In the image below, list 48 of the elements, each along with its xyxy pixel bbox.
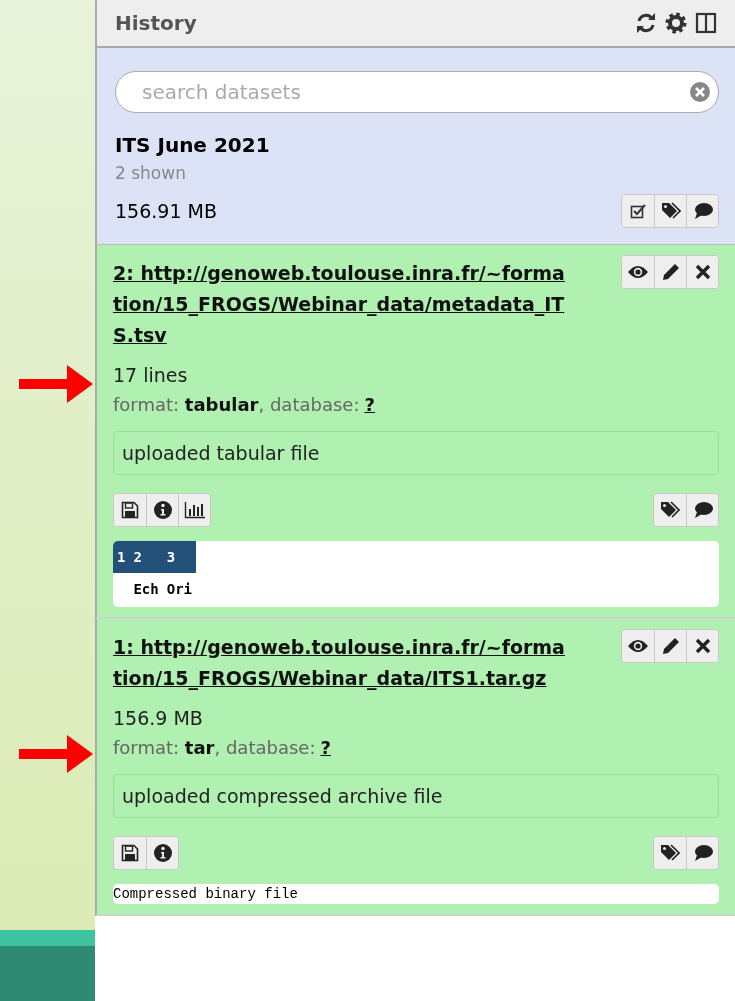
pencil-icon: [661, 263, 680, 281]
delete-icon: [694, 638, 711, 654]
database-link[interactable]: ?: [364, 394, 375, 415]
history-size: 156.91 MB: [115, 200, 217, 222]
column-header: 2: [129, 541, 163, 573]
info-button[interactable]: [146, 837, 178, 869]
column-header: 3: [162, 541, 197, 573]
search-field[interactable]: search datasets: [115, 71, 719, 113]
dataset-summary: 17 lines: [113, 364, 189, 386]
tag-icon: [660, 844, 680, 862]
comment-icon: [692, 844, 713, 862]
history-name: ITS June 2021: [115, 133, 271, 157]
dataset-title-link[interactable]: 1: http://genoweb.toulouse.inra.fr/~formation/15_FROGS/Webinar_data/ITS1.tar.gz: [113, 629, 568, 694]
comment-button[interactable]: [686, 837, 718, 869]
dataset-description: uploaded compressed archive file: [113, 774, 719, 818]
info-icon: [152, 500, 173, 520]
tag-icon: [660, 501, 680, 519]
shown-count: 2 shown: [115, 163, 187, 183]
bar-chart-icon: [183, 501, 206, 519]
table-cell: Ori: [162, 573, 197, 607]
pencil-icon: [661, 637, 680, 655]
x-button[interactable]: [686, 256, 718, 288]
panel-title: History: [115, 11, 197, 35]
database-link[interactable]: ?: [320, 737, 331, 758]
dataset-description: uploaded tabular file: [113, 431, 719, 475]
column-header: 1: [113, 541, 130, 573]
eye-icon: [627, 264, 649, 280]
refresh-icon[interactable]: [635, 12, 657, 34]
comment-button[interactable]: [686, 195, 718, 227]
comment-icon: [692, 501, 713, 519]
settings-icon[interactable]: [665, 12, 687, 34]
checkbox-icon: [630, 203, 646, 219]
columns-icon[interactable]: [695, 12, 717, 34]
comment-button[interactable]: [686, 494, 718, 526]
dataset-title-link[interactable]: 2: http://genoweb.toulouse.inra.fr/~formation/15_FROGS/Webinar_data/metadata_ITS.tsv: [113, 255, 568, 351]
dataset-peek: Compressed binary file: [113, 884, 719, 904]
comment-icon: [692, 202, 713, 220]
format-line: format: tar, database: ?: [113, 737, 332, 758]
delete-icon: [694, 264, 711, 280]
chart-button[interactable]: [178, 494, 210, 526]
table-cell: Ech: [129, 573, 163, 607]
eye-icon: [627, 638, 649, 654]
clear-search-icon[interactable]: [689, 81, 711, 103]
format-line: format: tabular, database: ?: [113, 394, 376, 415]
dataset-summary: 156.9 MB: [113, 707, 204, 729]
x-button[interactable]: [686, 630, 718, 662]
info-icon: [152, 843, 173, 863]
tag-icon: [660, 202, 681, 220]
